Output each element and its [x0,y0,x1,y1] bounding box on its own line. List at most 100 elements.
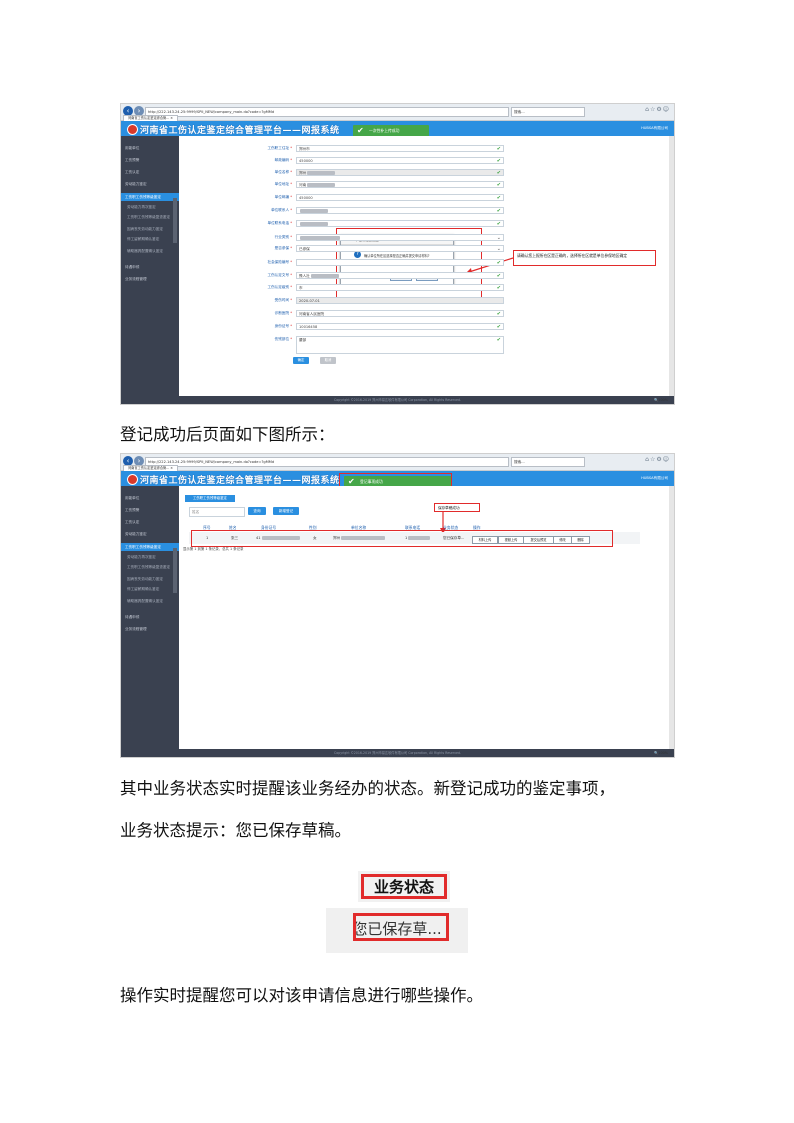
form-field-input[interactable]: ✔ [296,207,504,214]
form-field-input[interactable]: 腰部 ✔ [296,336,504,354]
required-mark: * [289,158,292,162]
sidebar-subitem[interactable]: 工伤职工伤残等级复查鉴定 [121,565,179,570]
field-label: 伤残部位 * [222,337,292,342]
sidebar-scrollbar[interactable] [173,548,177,593]
sidebar-item[interactable]: 用能单位 [121,496,179,501]
name-search-input[interactable]: 姓名 [189,507,245,517]
column-header[interactable]: 序号 [203,525,211,531]
zoom-level[interactable]: 🔍100% [654,396,668,404]
sidebar-item[interactable]: 待遇申领 [121,615,179,620]
column-header[interactable]: 姓名 [229,525,237,531]
logo-icon [127,124,138,135]
add-button[interactable]: 新增登记 [273,507,299,515]
form-field-input[interactable]: 郑州 ✔ [296,169,504,176]
paragraph: 业务状态提示：您已保存草稿。 [120,821,351,840]
field-label: 诊断医院 * [222,311,292,316]
sidebar-item[interactable]: 待遇申领 [121,265,179,270]
sidebar-subitem[interactable]: 停工留薪期确认鉴定 [121,237,179,242]
sidebar-item[interactable]: 业务流程管理 [121,627,179,632]
zoom-level[interactable]: 🔍100% [654,749,668,757]
tab-active[interactable]: 工伤职工伤残等级鉴定 [185,495,235,502]
sidebar-item[interactable]: 工伤认定 [121,520,179,525]
form-field-input[interactable]: 已参保 ⌄ [296,245,504,252]
required-mark: * [289,273,292,277]
form-field-input[interactable]: 河南 ✔ [296,181,504,188]
field-label-text: 工伤认定级别 [267,285,290,289]
row-action-button[interactable]: 材料上传 [472,536,498,544]
form-field-input[interactable]: 豫人社 ✔ [296,272,504,279]
confirm-button[interactable]: 确定 [293,357,309,364]
form-field-input[interactable]: ✔ [296,220,504,227]
column-header[interactable]: 身份证号 [261,525,276,531]
sidebar-item-active[interactable]: 工伤职工伤残等级鉴定 [121,543,179,551]
address-bar[interactable]: http://222.143.24.25:9999/SPII_NEW/compa… [145,107,509,117]
sidebar-item[interactable]: 工伤预警 [121,508,179,513]
footer: Copyright ©2016-2019 郑州市易达软件有限公司 Corpora… [121,749,674,757]
address-bar[interactable]: http://222.143.24.25:9999/SPII_NEW/compa… [145,457,509,467]
form-field-input[interactable]: 市 ✔ [296,284,504,291]
sidebar-item[interactable]: 劳动能力鉴定 [121,182,179,187]
browser-search[interactable]: 搜索... [511,457,585,467]
column-header[interactable]: 单位名称 [351,525,366,531]
browser-search[interactable]: 搜索... [511,107,585,117]
sidebar-subitem[interactable]: 因病丧失劳动能力鉴定 [121,577,179,582]
column-header[interactable]: 业务状态 [443,525,458,531]
sidebar-item[interactable]: 业务流程管理 [121,277,179,282]
form-field-input[interactable]: 河南省人民医院 ✔ [296,310,504,317]
sidebar-item-active[interactable]: 工伤职工伤残等级鉴定 [121,193,179,201]
form-field-input[interactable]: 450000 ✔ [296,157,504,164]
sidebar-subitem[interactable]: 停工留薪期确认鉴定 [121,587,179,592]
required-mark: * [289,182,292,186]
field-value: 450000 [299,159,313,163]
company-menu[interactable]: HUBSA有限公司 [641,126,668,131]
sidebar-scrollbar[interactable] [173,198,177,243]
row-action-button[interactable]: 修改 [553,536,572,544]
sidebar-subitem[interactable]: 辅助器具配置确认鉴定 [121,249,179,254]
browser-toolbar-icons[interactable]: ⌂☆⚙☺ [645,456,670,463]
company-menu[interactable]: HUBSA有限公司 [641,476,668,481]
form-field-input[interactable]: ⌄ [296,234,504,241]
field-value: 市 [299,286,303,290]
row-action-button[interactable]: 视频上传 [498,536,524,544]
field-value: 郑州市 [299,147,310,151]
sidebar-subitem[interactable]: 辅助器具配置确认鉴定 [121,599,179,604]
sidebar-item[interactable]: 工伤认定 [121,170,179,175]
field-label-text: 行业类别 [274,235,290,239]
form-field-input[interactable]: 450000 ✔ [296,194,504,201]
sidebar: 用能单位 工伤预警 工伤认定 劳动能力鉴定 工伤职工伤残等级鉴定 劳动能力再次鉴… [121,486,179,749]
required-mark: * [289,298,292,302]
check-icon: ✔ [496,195,501,201]
search-button[interactable]: 查询 [248,507,266,515]
form-field-input[interactable]: 郑州市 ✔ [296,145,504,152]
field-value: 河南 [299,183,307,187]
sidebar-item[interactable]: 用能单位 [121,146,179,151]
check-icon: ✔ [496,311,501,317]
sidebar-item[interactable]: 工伤预警 [121,158,179,163]
sidebar-subitem[interactable]: 劳动能力再次鉴定 [121,555,179,560]
chevron-down-icon: ⌄ [496,246,501,252]
page-scrollbar[interactable] [669,486,674,749]
row-action-button[interactable]: 删除 [571,536,590,544]
field-label: 单位联系电话 * [222,221,292,226]
row-action-button[interactable]: 提交后预览 [523,536,554,544]
field-label: 工伤认定级别 * [222,285,292,290]
sidebar-subitem[interactable]: 因病丧失劳动能力鉴定 [121,227,179,232]
page-scrollbar[interactable] [669,136,674,396]
form-field-input[interactable]: 10016458 ✔ [296,323,504,330]
field-label-text: 邮政编码 [274,158,290,162]
column-header[interactable]: 操作 [473,525,481,531]
column-header[interactable]: 性别 [309,525,317,531]
form-field-input[interactable]: 2020-07-01 [296,297,504,304]
paragraph: 登记成功后页面如下图所示： [120,425,335,444]
sidebar-subitem[interactable]: 劳动能力再次鉴定 [121,205,179,210]
sidebar-item[interactable]: 劳动能力鉴定 [121,532,179,537]
browser-toolbar-icons[interactable]: ⌂☆⚙☺ [645,106,670,113]
chevron-down-icon: ⌄ [496,235,501,241]
cancel-button[interactable]: 取消 [320,357,336,364]
logo-icon [127,474,138,485]
form-field-input[interactable]: ✔ [296,259,504,266]
column-header[interactable]: 联系电话 [405,525,420,531]
required-mark: * [289,260,292,264]
check-icon: ✔ [496,158,501,164]
sidebar-subitem[interactable]: 工伤职工伤残等级复查鉴定 [121,215,179,220]
